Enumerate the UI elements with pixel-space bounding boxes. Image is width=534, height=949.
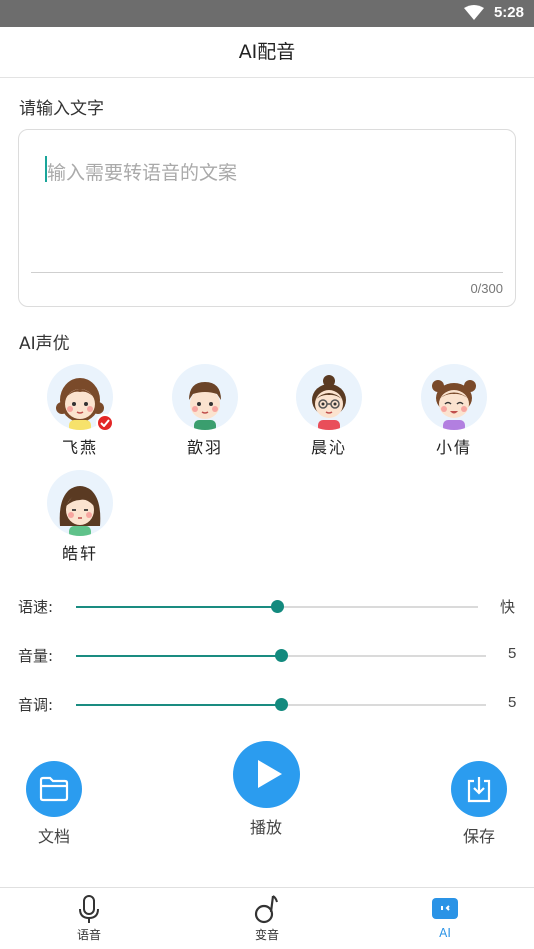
nav-item-voice-changer[interactable]: 变音 [207,888,327,943]
selected-check-icon [96,414,114,432]
play-icon [257,760,282,788]
input-section-label: 请输入文字 [19,99,104,119]
speed-slider[interactable] [76,600,478,613]
nav-item-voice[interactable]: 语音 [29,888,149,943]
voice-option-feiyan[interactable]: 飞燕 [45,364,115,458]
volume-value: 5 [508,645,517,662]
status-bar: 5:28 [0,0,534,27]
download-icon [467,777,491,803]
pitch-slider[interactable] [76,698,486,711]
avatar-chenqin [296,364,362,430]
music-note-icon [254,895,278,924]
voice-option-haoxuan[interactable]: 皓轩 [45,470,115,564]
nav-label-ai: AI [439,926,451,940]
pitch-label: 音调: [18,696,54,714]
nav-item-ai[interactable]: AI [385,888,505,940]
voice-name: 歆羽 [186,438,223,457]
volume-slider-fill [76,655,281,657]
speed-slider-fill [76,606,277,608]
avatar-xiaoqian [421,364,487,430]
volume-label: 音量: [18,647,54,665]
voice-option-xinyu[interactable]: 歆羽 [170,364,240,458]
page-title: AI配音 [238,41,296,63]
text-input-divider [31,272,503,273]
voice-name: 皓轩 [61,544,98,563]
pitch-slider-row: 音调: 5 [0,692,534,716]
speed-slider-row: 语速: 快 [0,594,534,618]
nav-label-voice-changer: 变音 [254,928,279,942]
speed-value: 快 [500,599,516,616]
pitch-slider-fill [76,704,281,706]
text-input-placeholder: 输入需要转语音的文案 [47,162,238,184]
play-button-circle[interactable] [232,741,300,808]
ai-icon [432,898,458,919]
avatar-xinyu [172,364,238,430]
pitch-value: 5 [508,694,517,711]
volume-slider-thumb[interactable] [275,649,288,662]
nav-label-voice: 语音 [76,928,101,942]
app-bar: AI配音 [0,27,534,78]
speed-slider-thumb[interactable] [271,600,284,613]
play-label: 播放 [249,818,282,837]
voice-name: 晨沁 [310,438,347,457]
speed-label: 语速: [18,598,54,616]
document-label: 文档 [37,827,70,846]
volume-slider[interactable] [76,649,486,662]
save-button[interactable]: 保存 [439,761,519,847]
folder-icon [39,776,69,802]
play-button[interactable]: 播放 [226,741,306,838]
pitch-slider-thumb[interactable] [275,698,288,711]
text-input-box[interactable]: 输入需要转语音的文案 0/300 [18,129,516,307]
voice-section-label: AI声优 [19,334,70,354]
volume-slider-row: 音量: 5 [0,643,534,667]
voice-name: 小倩 [435,438,472,457]
save-button-circle[interactable] [451,761,507,817]
save-label: 保存 [462,827,495,846]
status-time: 5:28 [493,4,524,21]
wifi-icon [464,5,484,20]
microphone-icon [79,895,99,923]
char-counter: 0/300 [470,281,503,296]
voice-option-chenqin[interactable]: 晨沁 [294,364,364,458]
voice-option-xiaoqian[interactable]: 小倩 [419,364,489,458]
bottom-nav: 语音 变音 AI [0,887,534,949]
document-button-circle[interactable] [26,761,82,817]
avatar-haoxuan [47,470,113,536]
voice-name: 飞燕 [61,438,98,457]
document-button[interactable]: 文档 [14,761,94,847]
